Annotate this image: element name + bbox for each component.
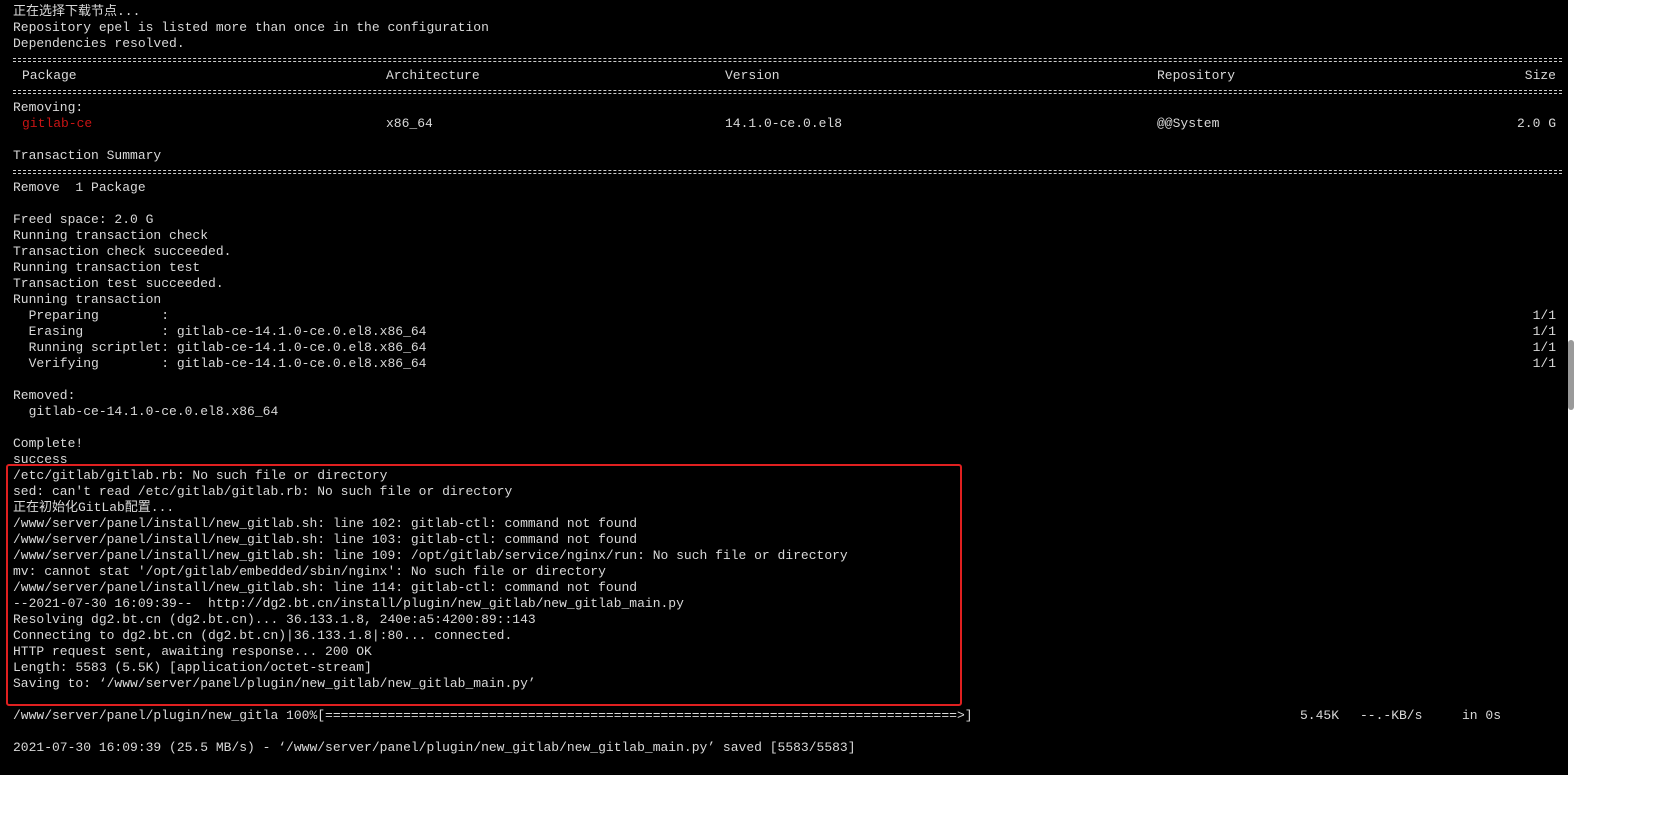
header-repository: Repository [1157, 68, 1236, 83]
step-text: Verifying : gitlab-ce-14.1.0-ce.0.el8.x8… [13, 356, 427, 371]
row-architecture: x86_64 [386, 116, 433, 131]
row-package: gitlab-ce [22, 116, 93, 131]
output-line: 正在选择下载节点... [13, 4, 141, 19]
row-size: 2.0 G [1516, 116, 1556, 131]
header-architecture: Architecture [386, 68, 480, 83]
progress-time: in 0s [1462, 708, 1502, 723]
progress-file: /www/server/panel/plugin/new_gitla 100%[… [13, 708, 973, 723]
header-size: Size [1524, 68, 1556, 83]
section-label-removing: Removing: [13, 100, 84, 115]
table-divider [0, 52, 1568, 68]
highlighted-line: /www/server/panel/install/new_gitlab.sh:… [13, 532, 638, 547]
highlighted-line: /www/server/panel/install/new_gitlab.sh:… [13, 580, 638, 595]
output-line: Removed: [13, 388, 76, 403]
output-line: Running transaction check [13, 228, 209, 243]
row-version: 14.1.0-ce.0.el8 [725, 116, 843, 131]
output-line: Transaction test succeeded. [13, 276, 224, 291]
output-line: Transaction check succeeded. [13, 244, 232, 259]
output-line: Complete! [13, 436, 84, 451]
highlighted-line: 正在初始化GitLab配置... [13, 500, 175, 515]
highlighted-line: success [13, 452, 68, 467]
table-divider [0, 84, 1568, 100]
highlighted-line: mv: cannot stat '/opt/gitlab/embedded/sb… [13, 564, 606, 579]
highlighted-line: --2021-07-30 16:09:39-- http://dg2.bt.cn… [13, 596, 684, 611]
transaction-summary: Transaction Summary [13, 148, 162, 163]
table-divider [0, 164, 1568, 180]
download-progress: /www/server/panel/plugin/new_gitla 100%[… [0, 708, 1568, 724]
step-count: 1/1 [1532, 308, 1556, 323]
highlighted-line: Length: 5583 (5.5K) [application/octet-s… [13, 660, 372, 675]
output-line: Running transaction test [13, 260, 201, 275]
output-line: Freed space: 2.0 G [13, 212, 154, 227]
step-count: 1/1 [1532, 356, 1556, 371]
highlighted-line: /www/server/panel/install/new_gitlab.sh:… [13, 548, 848, 563]
row-repository: @@System [1157, 116, 1220, 131]
step-count: 1/1 [1532, 324, 1556, 339]
step-text: Preparing : [13, 308, 170, 323]
transaction-step: Erasing : gitlab-ce-14.1.0-ce.0.el8.x86_… [0, 324, 1568, 340]
transaction-step: Verifying : gitlab-ce-14.1.0-ce.0.el8.x8… [0, 356, 1568, 372]
highlighted-line: Connecting to dg2.bt.cn (dg2.bt.cn)|36.1… [13, 628, 513, 643]
highlighted-line: HTTP request sent, awaiting response... … [13, 644, 372, 659]
highlighted-line: sed: can't read /etc/gitlab/gitlab.rb: N… [13, 484, 513, 499]
output-line: gitlab-ce-14.1.0-ce.0.el8.x86_64 [13, 404, 279, 419]
table-row: gitlab-ce x86_64 14.1.0-ce.0.el8 @@Syste… [0, 116, 1568, 132]
highlighted-line: Resolving dg2.bt.cn (dg2.bt.cn)... 36.13… [13, 612, 536, 627]
transaction-step: Preparing : 1/1 [0, 308, 1568, 324]
highlighted-line: /www/server/panel/install/new_gitlab.sh:… [13, 516, 638, 531]
progress-rate: --.-KB/s [1360, 708, 1423, 723]
terminal-output: 正在选择下载节点... Repository epel is listed mo… [0, 4, 1568, 756]
header-version: Version [725, 68, 780, 83]
scrollbar-track[interactable] [1568, 0, 1666, 775]
output-line: Running transaction [13, 292, 162, 307]
highlighted-line: Saving to: ‘/www/server/panel/plugin/new… [13, 676, 536, 691]
scrollbar-thumb[interactable] [1568, 340, 1574, 410]
step-count: 1/1 [1532, 340, 1556, 355]
table-header-row: Package Architecture Version Repository … [0, 68, 1568, 84]
output-line: Dependencies resolved. [13, 36, 185, 51]
transaction-step: Running scriptlet: gitlab-ce-14.1.0-ce.0… [0, 340, 1568, 356]
header-package: Package [22, 68, 77, 83]
step-text: Running scriptlet: gitlab-ce-14.1.0-ce.0… [13, 340, 427, 355]
progress-size: 5.45K [1300, 708, 1340, 723]
step-text: Erasing : gitlab-ce-14.1.0-ce.0.el8.x86_… [13, 324, 427, 339]
remove-count: Remove 1 Package [13, 180, 146, 195]
output-line: Repository epel is listed more than once… [13, 20, 489, 35]
highlighted-line: /etc/gitlab/gitlab.rb: No such file or d… [13, 468, 388, 483]
terminal-window[interactable]: 正在选择下载节点... Repository epel is listed mo… [0, 0, 1568, 775]
saved-line: 2021-07-30 16:09:39 (25.5 MB/s) - ‘/www/… [13, 740, 856, 755]
